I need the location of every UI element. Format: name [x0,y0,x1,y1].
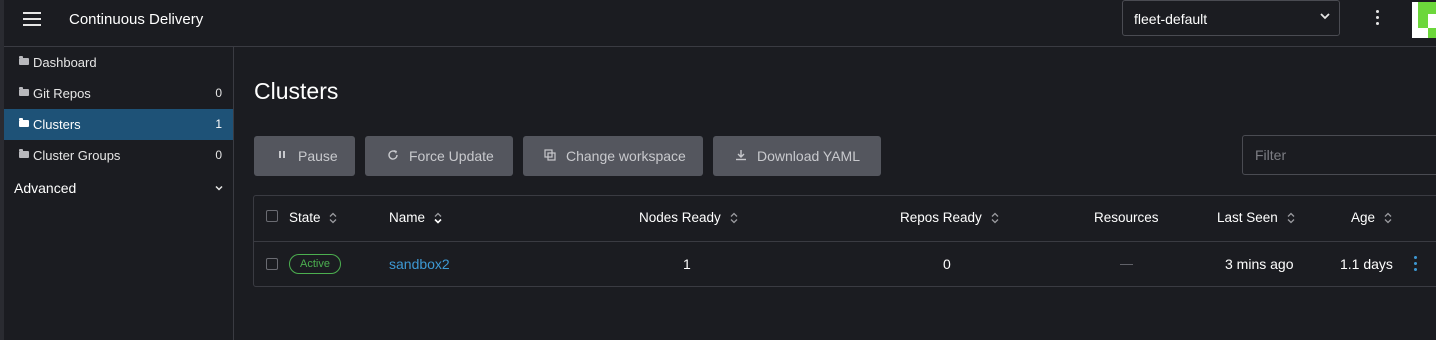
column-header-age[interactable]: Age [1351,210,1392,225]
download-yaml-button-label: Download YAML [757,148,860,164]
sidebar-item-label: Clusters [33,117,81,132]
column-header-state[interactable]: State [289,210,337,225]
sort-icon [329,213,337,224]
refresh-icon [388,150,398,160]
resources-value: — [1120,256,1133,271]
column-header-nodes-ready[interactable]: Nodes Ready [639,210,738,225]
sort-icon [1384,213,1392,224]
age-value: 1.1 days [1340,256,1393,272]
column-header-name[interactable]: Name [389,210,442,225]
column-header-last-seen[interactable]: Last Seen [1217,210,1295,225]
sidebar-item-git-repos[interactable]: Git Repos 0 [4,78,233,109]
sidebar-group-advanced[interactable]: Advanced [4,173,233,203]
sort-icon [1287,213,1295,224]
sidebar-item-cluster-groups[interactable]: Cluster Groups 0 [4,140,233,171]
table-header: State Name Nodes Ready Repos Ready Resou… [254,196,1436,242]
sidebar: Dashboard Git Repos 0 Clusters 1 Cluster… [4,47,234,340]
row-actions-kebab-icon[interactable] [1414,256,1418,272]
force-update-button-label: Force Update [409,148,494,164]
hamburger-icon[interactable] [23,12,41,26]
change-workspace-button-label: Change workspace [566,148,686,164]
kebab-icon[interactable] [1373,10,1381,30]
sidebar-group-label: Advanced [14,180,77,196]
row-select-checkbox[interactable] [266,258,278,270]
workspace-select[interactable]: fleet-default [1122,0,1340,36]
column-header-label: State [289,210,321,225]
column-header-label: Last Seen [1217,210,1278,225]
avatar[interactable] [1412,2,1436,38]
chevron-down-icon [1320,13,1330,20]
sort-icon [991,213,999,224]
cluster-name-link[interactable]: sandbox2 [389,256,450,272]
page-title: Clusters [254,78,339,104]
pause-button[interactable]: Pause [254,136,355,176]
sidebar-item-dashboard[interactable]: Dashboard [4,47,233,78]
sidebar-item-label: Cluster Groups [33,148,121,163]
sidebar-item-count: 1 [215,117,222,131]
workspace-select-value: fleet-default [1134,11,1208,27]
sort-descending-icon [434,213,442,225]
folder-icon [19,118,29,127]
column-header-label: Nodes Ready [639,210,721,225]
top-header: Continuous Delivery fleet-default [4,0,1436,47]
column-header-label: Repos Ready [900,210,982,225]
copy-icon [544,149,556,161]
clusters-table: State Name Nodes Ready Repos Ready Resou… [253,195,1436,287]
sidebar-item-count: 0 [215,86,222,100]
column-header-resources: Resources [1094,210,1159,225]
download-icon [736,150,746,161]
sort-icon [730,213,738,224]
chevron-down-icon [215,185,223,191]
folder-icon [19,87,29,96]
change-workspace-button[interactable]: Change workspace [523,136,703,176]
column-header-label: Resources [1094,210,1159,225]
column-header-repos-ready[interactable]: Repos Ready [900,210,999,225]
force-update-button[interactable]: Force Update [365,136,513,176]
repos-ready-value: 0 [943,256,951,272]
column-header-label: Age [1351,210,1376,225]
app-title: Continuous Delivery [69,11,204,28]
folder-icon [19,56,29,65]
download-yaml-button[interactable]: Download YAML [713,136,881,176]
pause-button-label: Pause [298,148,338,164]
filter-input[interactable] [1242,135,1436,175]
nodes-ready-value: 1 [683,256,691,272]
sidebar-item-label: Dashboard [33,55,97,70]
column-header-label: Name [389,210,426,225]
sidebar-item-count: 0 [215,148,222,162]
status-badge: Active [289,254,341,274]
pause-icon [279,151,285,158]
select-all-checkbox[interactable] [266,210,278,222]
sidebar-item-label: Git Repos [33,86,91,101]
last-seen-value: 3 mins ago [1225,256,1294,272]
folder-icon [19,149,29,158]
sidebar-item-clusters[interactable]: Clusters 1 [4,109,233,140]
